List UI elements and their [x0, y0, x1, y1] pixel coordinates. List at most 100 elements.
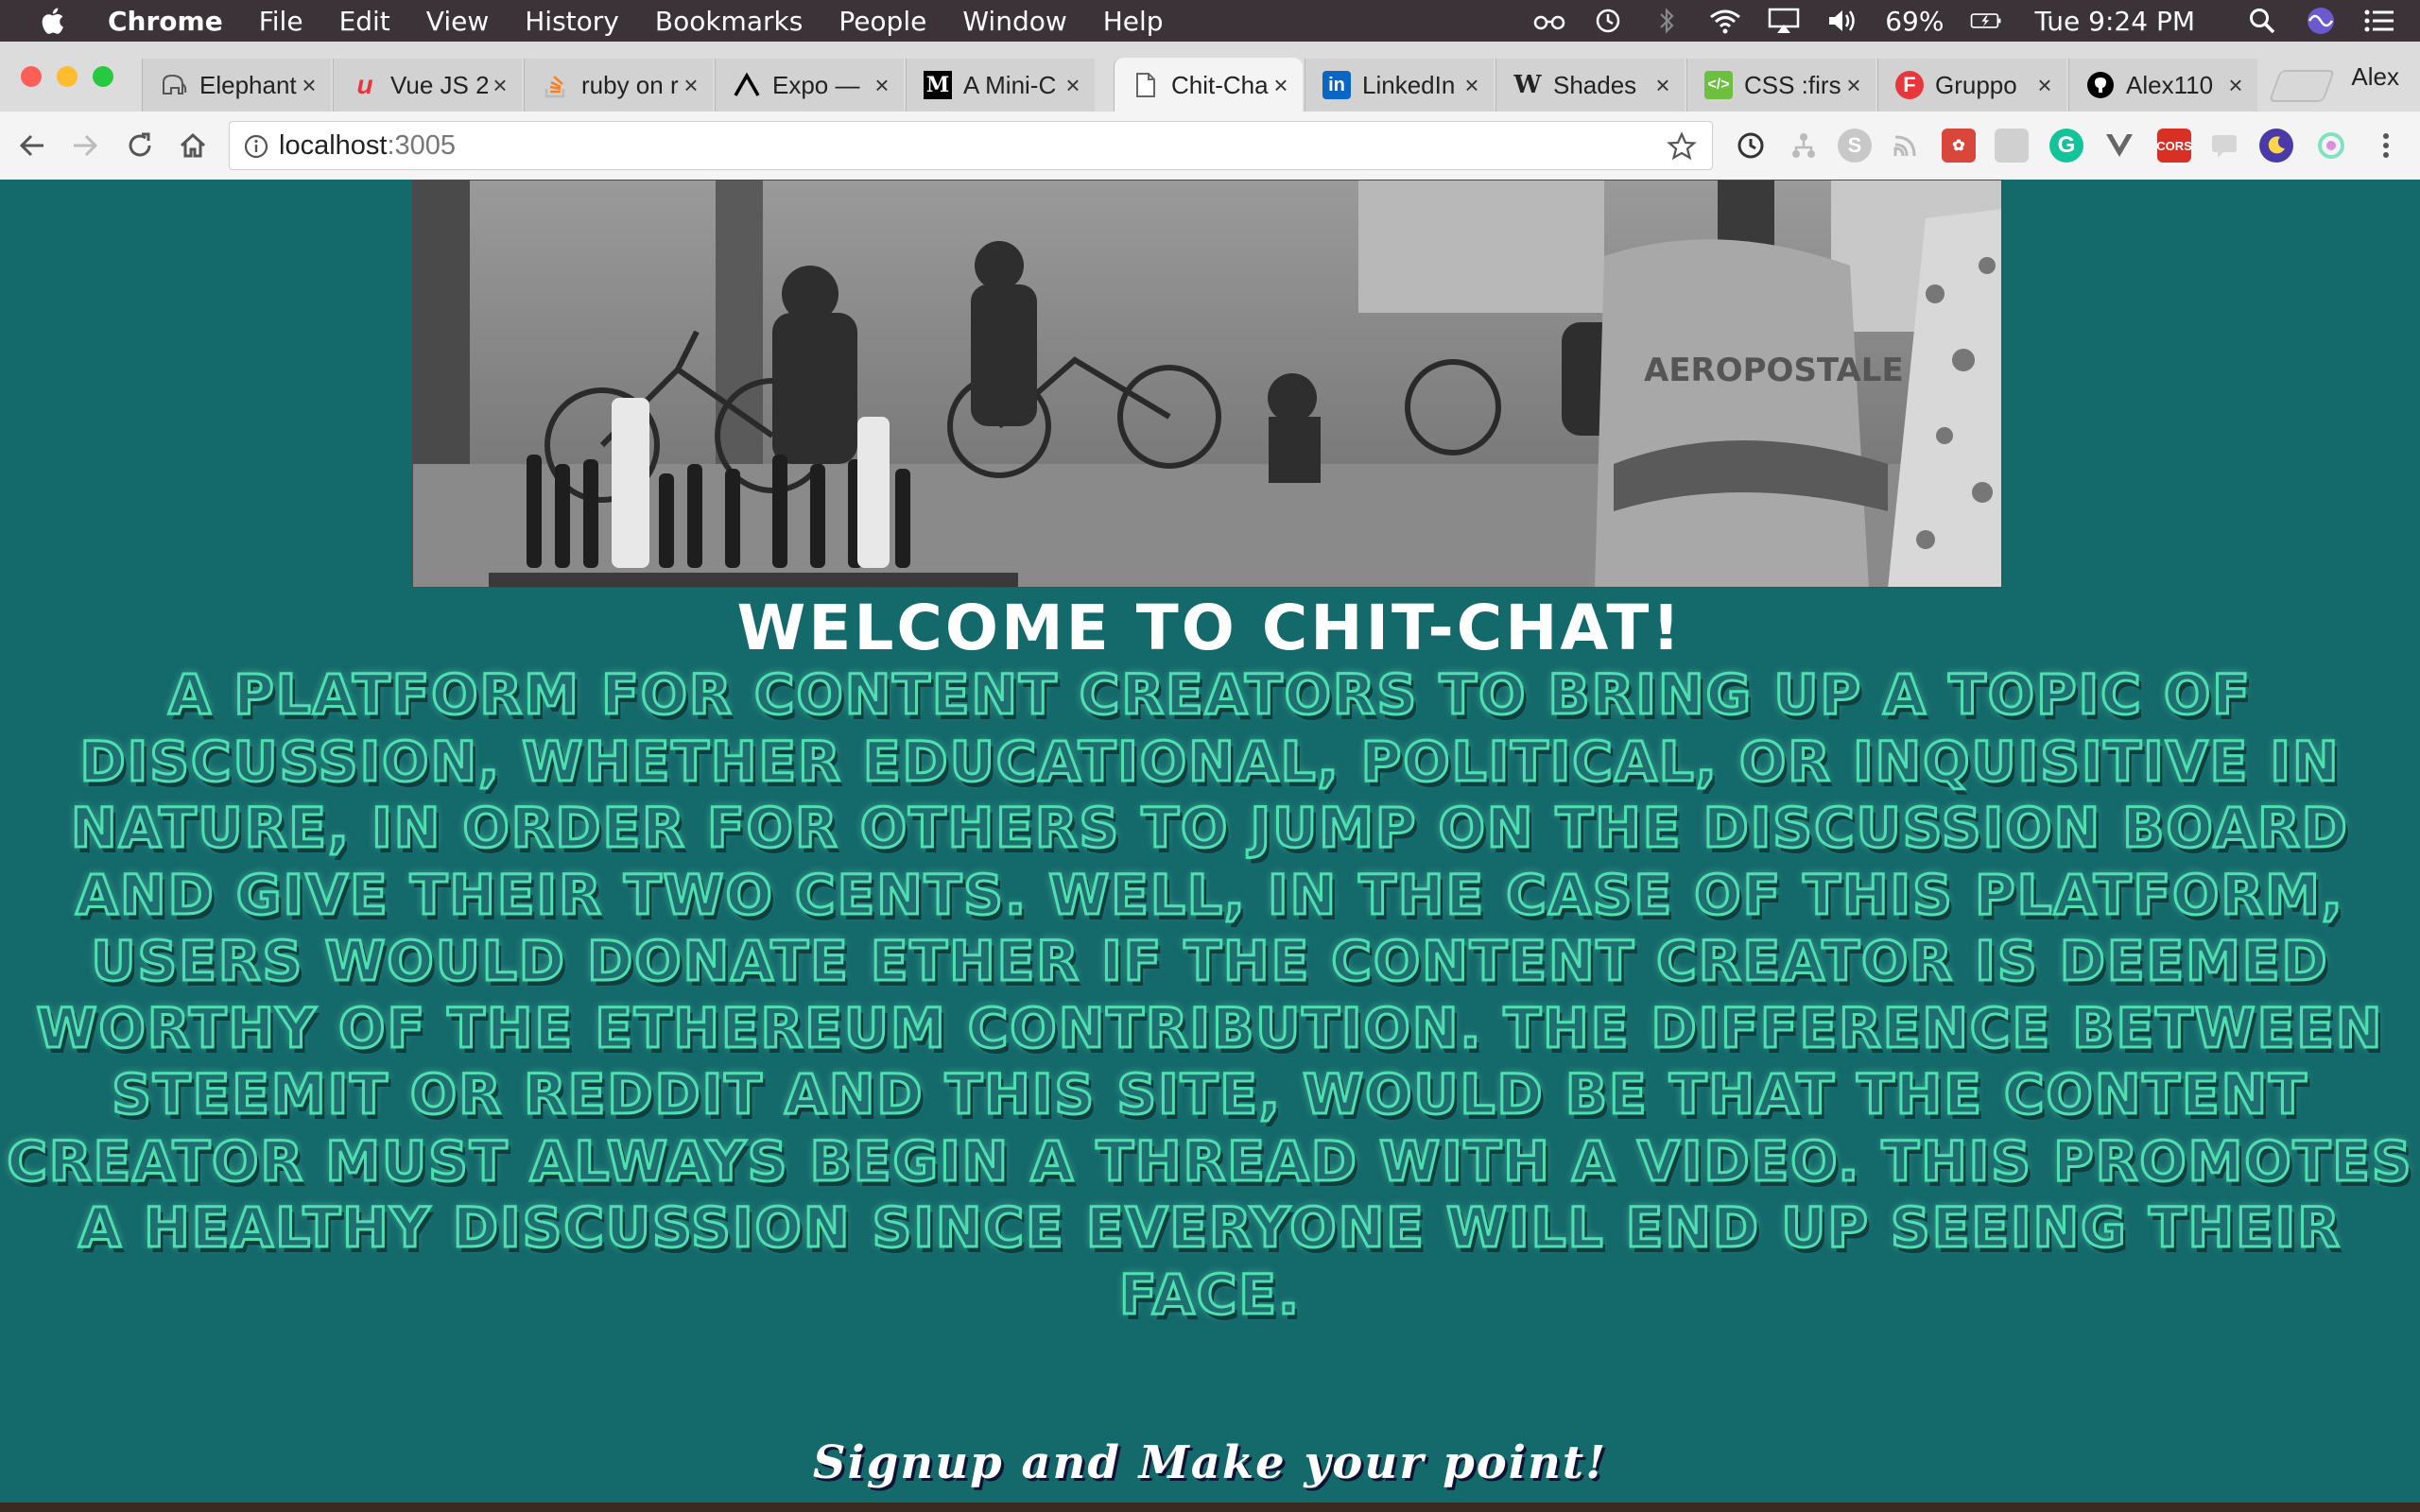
- reload-icon[interactable]: [123, 129, 157, 163]
- tab-shades[interactable]: W Shades ×: [1495, 59, 1685, 112]
- tab-title: Shades: [1553, 70, 1637, 99]
- url-port: :3005: [387, 130, 457, 161]
- welcome-heading: Welcome to Chit-Chat!: [736, 592, 1684, 664]
- close-tab-icon[interactable]: ×: [297, 71, 321, 100]
- tab-mini-course[interactable]: M A Mini-C ×: [906, 59, 1095, 112]
- extension-ring-icon[interactable]: [2314, 129, 2348, 163]
- tab-ruby-on-rails[interactable]: ruby on r ×: [524, 59, 713, 112]
- close-tab-icon[interactable]: ×: [1460, 71, 1484, 100]
- menu-help[interactable]: Help: [1103, 6, 1164, 37]
- menu-window[interactable]: Window: [962, 6, 1066, 37]
- info-icon[interactable]: [243, 133, 269, 160]
- menu-people[interactable]: People: [838, 6, 926, 37]
- close-window-button[interactable]: [21, 66, 42, 87]
- page-icon: [1132, 71, 1160, 99]
- battery-icon[interactable]: [1970, 5, 2002, 37]
- tab-vue-js[interactable]: u Vue JS 2 ×: [333, 59, 522, 112]
- menu-history[interactable]: History: [525, 6, 619, 37]
- f-icon: F: [1895, 71, 1924, 99]
- time-machine-icon[interactable]: [1592, 5, 1624, 37]
- close-tab-icon[interactable]: ×: [1841, 71, 1866, 100]
- airplay-icon[interactable]: [1768, 5, 1800, 37]
- tab-title: LinkedIn: [1362, 70, 1456, 99]
- page-bottom-strip: [0, 1503, 2420, 1512]
- menu-view[interactable]: View: [426, 6, 489, 37]
- linkedin-icon: in: [1322, 71, 1351, 99]
- new-tab-button[interactable]: [2268, 70, 2336, 102]
- battery-percent: 69%: [1885, 5, 1945, 37]
- url-text[interactable]: localhost:3005: [279, 130, 456, 162]
- menubar-clock[interactable]: Tue 9:24 PM: [2034, 6, 2195, 37]
- zoom-window-button[interactable]: [93, 66, 113, 87]
- extension-skype-icon[interactable]: S: [1838, 129, 1872, 163]
- chrome-menu-icon[interactable]: [2369, 129, 2403, 163]
- address-bar[interactable]: localhost:3005: [229, 121, 1713, 170]
- tab-expo[interactable]: Expo — ×: [715, 59, 904, 112]
- udemy-icon: u: [356, 70, 373, 99]
- tab-title: Chit-Cha: [1171, 70, 1269, 99]
- spotlight-search-icon[interactable]: [2246, 5, 2278, 37]
- tab-gruppo[interactable]: F Gruppo ×: [1877, 59, 2066, 112]
- medium-icon: M: [924, 71, 952, 99]
- close-tab-icon[interactable]: ×: [679, 71, 703, 100]
- tab-chit-chat[interactable]: Chit-Cha ×: [1114, 58, 1303, 112]
- notification-center-icon[interactable]: [2363, 5, 2395, 37]
- extension-tree-icon[interactable]: [1787, 129, 1821, 163]
- home-icon[interactable]: [176, 129, 210, 163]
- macos-menu-bar: Chrome File Edit View History Bookmarks …: [0, 0, 2420, 42]
- url-host: localhost: [279, 130, 388, 161]
- extension-grammarly-icon[interactable]: G: [2049, 129, 2083, 163]
- close-tab-icon[interactable]: ×: [488, 71, 512, 100]
- status-area: 69% Tue 9:24 PM: [1520, 0, 2420, 42]
- window-controls: [21, 66, 129, 87]
- close-tab-icon[interactable]: ×: [1269, 71, 1293, 100]
- wifi-icon[interactable]: [1709, 5, 1741, 37]
- menu-edit[interactable]: Edit: [339, 6, 390, 37]
- tab-title: Alex110: [2126, 70, 2214, 99]
- tab-linkedin[interactable]: in LinkedIn ×: [1305, 59, 1494, 112]
- bookmark-star-icon[interactable]: [1667, 131, 1697, 162]
- css-icon: </>: [1704, 71, 1733, 99]
- close-tab-icon[interactable]: ×: [2032, 71, 2057, 100]
- wikipedia-icon: W: [1513, 71, 1542, 99]
- tab-title: ruby on r: [581, 70, 679, 99]
- volume-icon[interactable]: [1826, 5, 1858, 37]
- stackoverflow-icon: [542, 71, 570, 99]
- forward-arrow-icon[interactable]: [68, 129, 102, 163]
- extension-vue-icon[interactable]: [2102, 129, 2136, 163]
- glasses-icon[interactable]: [1533, 5, 1565, 37]
- minimize-window-button[interactable]: [57, 66, 78, 87]
- close-tab-icon[interactable]: ×: [1061, 71, 1085, 100]
- browser-tab-strip: Elephant × u Vue JS 2 × ruby on r × Expo…: [0, 42, 2420, 112]
- close-tab-icon[interactable]: ×: [1651, 71, 1675, 100]
- siri-icon[interactable]: [2305, 5, 2337, 37]
- tab-title: CSS :firs: [1744, 70, 1841, 99]
- back-arrow-icon[interactable]: [15, 129, 49, 163]
- extension-window-icon[interactable]: [1995, 129, 2029, 163]
- apple-icon[interactable]: [38, 5, 70, 37]
- menu-file[interactable]: File: [259, 6, 303, 37]
- extension-chat-icon[interactable]: [2208, 129, 2242, 163]
- profile-name[interactable]: Alex: [2351, 62, 2399, 92]
- page-content: AEROPOSTALE WELCOME TO CHIT-CHAT! A PLAT…: [0, 180, 2420, 1512]
- tab-title: A Mini-C: [963, 70, 1057, 99]
- bluetooth-icon[interactable]: [1651, 5, 1683, 37]
- tab-github[interactable]: Alex110 ×: [2068, 59, 2257, 112]
- extension-moon-icon[interactable]: [2259, 129, 2293, 163]
- close-tab-icon[interactable]: ×: [2223, 71, 2248, 100]
- tab-title: Elephant: [199, 70, 297, 99]
- signup-link[interactable]: Signup and Make your point!: [0, 1436, 2420, 1489]
- close-tab-icon[interactable]: ×: [870, 71, 894, 100]
- extension-cors-icon[interactable]: CORS: [2156, 129, 2192, 163]
- tab-elephant[interactable]: Elephant ×: [142, 59, 331, 112]
- extension-history-icon[interactable]: [1734, 129, 1768, 163]
- tab-css-first[interactable]: </> CSS :firs ×: [1686, 59, 1876, 112]
- menu-app-name[interactable]: Chrome: [108, 6, 223, 37]
- menu-bookmarks[interactable]: Bookmarks: [655, 6, 803, 37]
- tab-title: Expo —: [772, 70, 860, 99]
- tab-title: Gruppo: [1935, 70, 2017, 99]
- expo-icon: [733, 71, 761, 99]
- extension-rss-icon[interactable]: [1889, 129, 1923, 163]
- extension-bug-icon[interactable]: ✿: [1942, 129, 1976, 163]
- street-market-photo: AEROPOSTALE: [413, 180, 2001, 587]
